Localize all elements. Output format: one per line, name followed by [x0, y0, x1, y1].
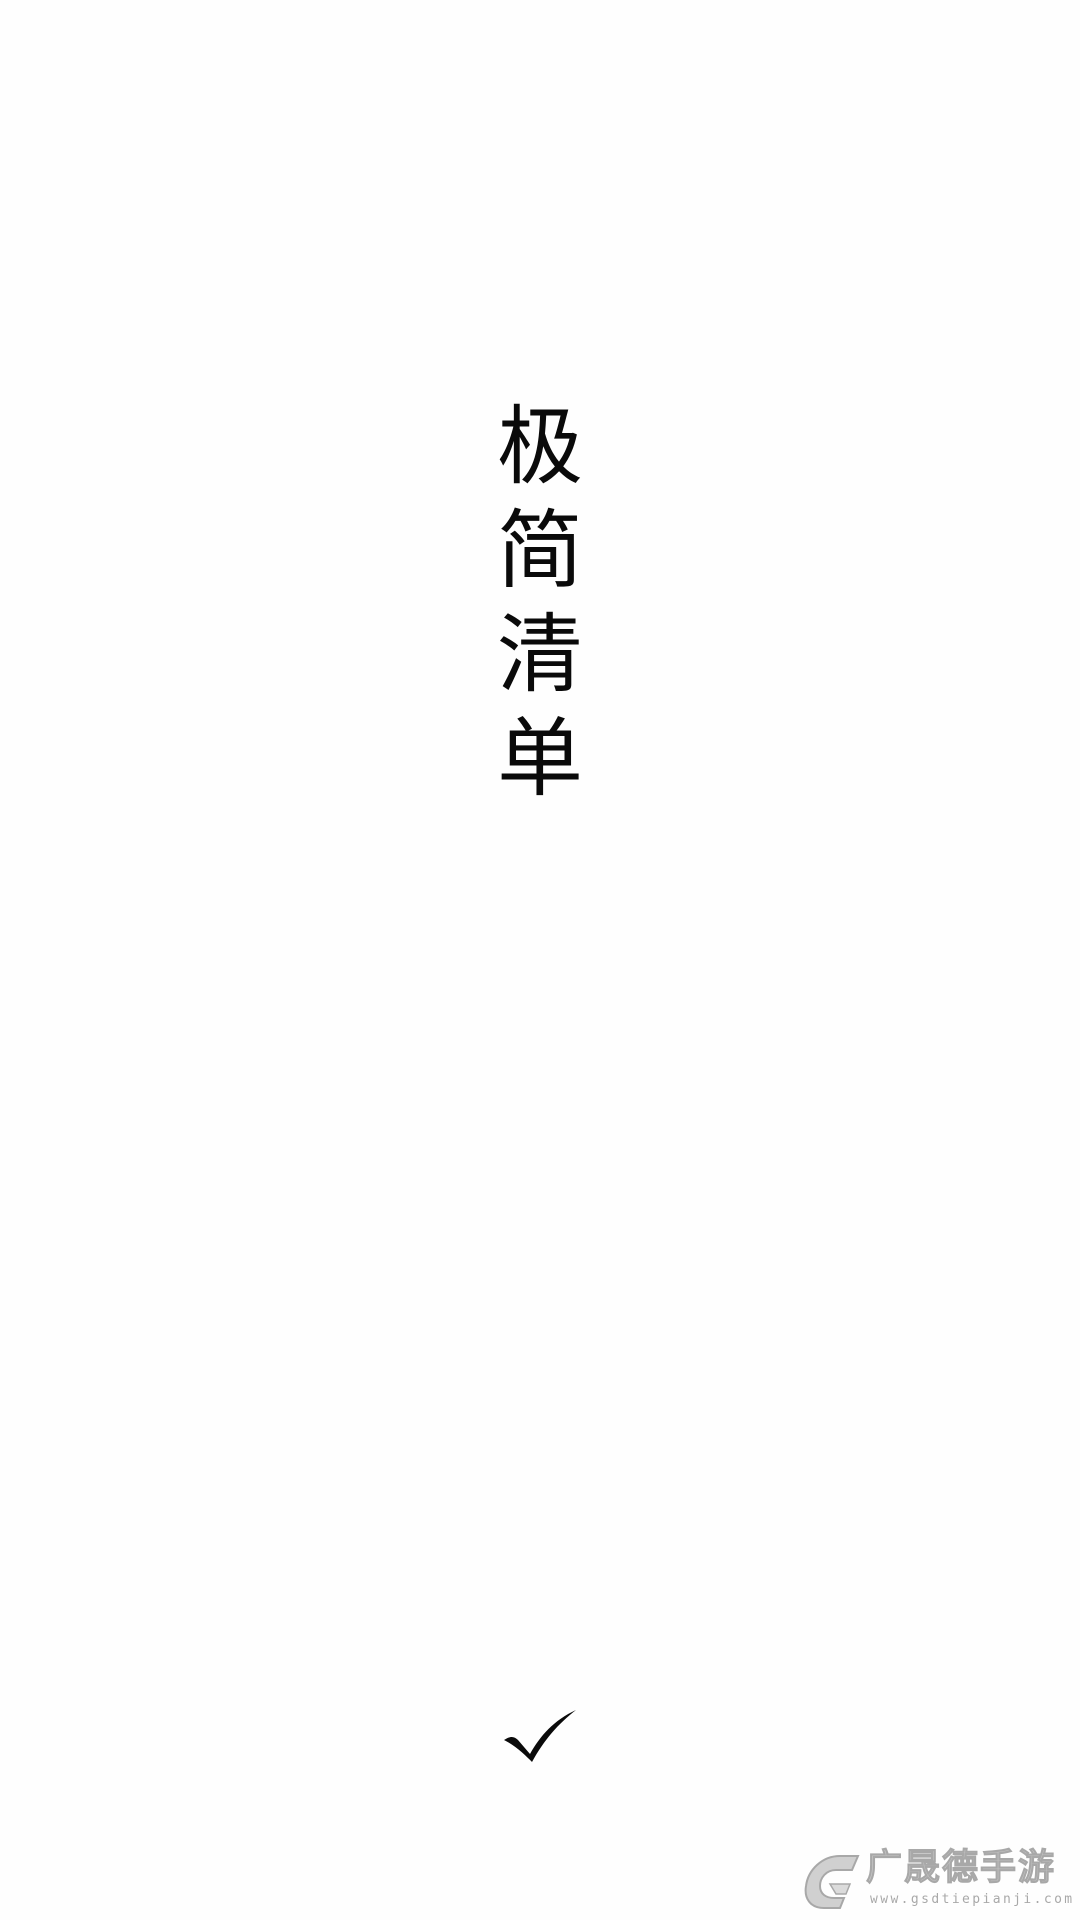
site-watermark: 广晟德手游 www.gsdtiepianji.com: [800, 1844, 1072, 1914]
watermark-name: 广晟德手游: [865, 1847, 1057, 1889]
confirm-button[interactable]: [500, 1700, 580, 1770]
app-title-vertical: 极 简 清 单: [470, 395, 610, 811]
checkmark-icon: [504, 1710, 576, 1762]
app-title-char: 清: [497, 605, 583, 705]
app-title-char: 极: [497, 397, 583, 497]
splash-screen: 极 简 清 单 广晟德手游 www.gsdtiepianji.com: [0, 0, 1080, 1920]
watermark-url: www.gsdtiepianji.com: [870, 1892, 1075, 1907]
app-title-char: 单: [497, 709, 583, 809]
app-title-char: 简: [497, 501, 583, 601]
gsd-logo-icon: [804, 1855, 860, 1909]
